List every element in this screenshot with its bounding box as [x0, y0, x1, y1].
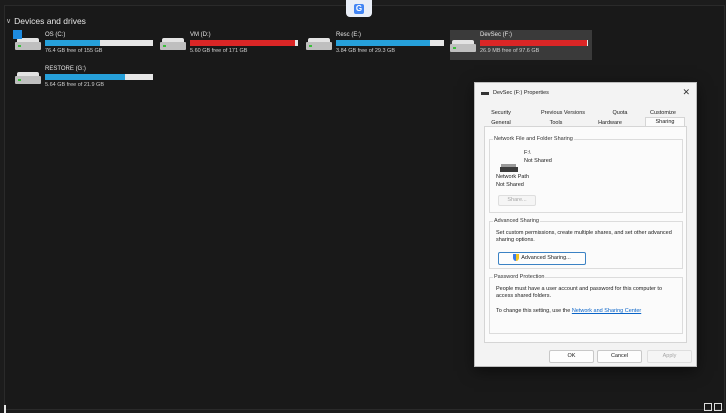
- advanced-sharing-button-label: Advanced Sharing...: [521, 255, 571, 261]
- drive-usage-bar: [45, 74, 153, 80]
- sharing-tab-pane: Network File and Folder Sharing F:\ Not …: [484, 126, 687, 343]
- tab-security[interactable]: Security: [486, 110, 516, 116]
- drive-resc-e[interactable]: Resc (E:) 3.84 GB free of 29.3 GB: [306, 30, 448, 56]
- drive-usage-bar: [45, 40, 153, 46]
- network-path-label: Network Path: [496, 174, 530, 180]
- ok-button[interactable]: OK: [549, 350, 594, 363]
- tab-customize[interactable]: Customize: [643, 110, 683, 116]
- advanced-sharing-description: Set custom permissions, create multiple …: [496, 230, 672, 243]
- group-label: Network File and Folder Sharing: [493, 136, 574, 142]
- drive-vm-d[interactable]: VM (D:) 5.60 GB free of 171 GB: [160, 30, 302, 56]
- drive-free-space: 76.4 GB free of 155 GB: [45, 48, 103, 54]
- drive-name: OS (C:): [45, 32, 66, 38]
- share-drive: F:\: [524, 150, 531, 156]
- password-change-text: To change this setting, use the Network …: [496, 308, 641, 314]
- drive-icon: [481, 91, 489, 95]
- windows-logo-icon: [13, 30, 22, 39]
- devices-section-header[interactable]: ∨ Devices and drives: [6, 16, 86, 26]
- tiles-view-icon[interactable]: [714, 403, 722, 411]
- section-title: Devices and drives: [14, 16, 86, 26]
- hard-drive-icon: [306, 38, 332, 51]
- password-protection-description: People must have a user account and pass…: [496, 286, 663, 299]
- network-path-value: Not Shared: [496, 182, 524, 188]
- drive-free-space: 26.9 MB free of 97.6 GB: [480, 48, 540, 54]
- chevron-down-icon: ∨: [6, 18, 12, 25]
- translate-app-badge[interactable]: G: [346, 0, 372, 17]
- tab-previous-versions[interactable]: Previous Versions: [531, 110, 595, 116]
- dialog-title: DevSec (F:) Properties: [493, 90, 549, 96]
- details-view-icon[interactable]: [704, 403, 712, 411]
- drive-icon: [500, 164, 518, 172]
- cancel-button[interactable]: Cancel: [597, 350, 642, 363]
- system-drive-icon: [13, 30, 41, 51]
- dialog-titlebar[interactable]: DevSec (F:) Properties: [481, 90, 549, 96]
- apply-button[interactable]: Apply: [647, 350, 692, 363]
- drive-name: RESTORE (G:): [45, 66, 86, 72]
- drive-name: DevSec (F:): [480, 32, 513, 38]
- drive-name: VM (D:): [190, 32, 211, 38]
- hard-drive-icon: [15, 72, 41, 85]
- google-translate-icon: G: [354, 3, 364, 14]
- hard-drive-icon: [160, 38, 186, 51]
- drive-os-c[interactable]: OS (C:) 76.4 GB free of 155 GB: [13, 30, 157, 56]
- close-icon[interactable]: ✕: [682, 87, 690, 98]
- properties-dialog: DevSec (F:) Properties ✕ Security Previo…: [474, 82, 697, 367]
- view-toggle: [704, 403, 722, 411]
- drive-devsec-f[interactable]: DevSec (F:) 26.9 MB free of 97.6 GB: [450, 30, 592, 60]
- change-setting-prefix: To change this setting, use the: [496, 308, 572, 314]
- tab-quota[interactable]: Quota: [605, 110, 635, 116]
- advanced-sharing-button[interactable]: Advanced Sharing...: [498, 252, 586, 265]
- drive-free-space: 5.64 GB free of 21.9 GB: [45, 82, 105, 88]
- group-label: Password Protection: [493, 274, 546, 280]
- drive-free-space: 5.60 GB free of 171 GB: [190, 48, 248, 54]
- drive-usage-bar: [336, 40, 444, 46]
- network-sharing-group: Network File and Folder Sharing F:\ Not …: [489, 136, 683, 213]
- drive-usage-bar: [190, 40, 298, 46]
- uac-shield-icon: [513, 254, 520, 262]
- advanced-sharing-group: Advanced Sharing Set custom permissions,…: [489, 218, 683, 269]
- text-cursor: [4, 405, 6, 413]
- group-label: Advanced Sharing: [493, 218, 540, 224]
- share-status: Not Shared: [524, 158, 552, 164]
- password-protection-group: Password Protection People must have a u…: [489, 274, 683, 334]
- drive-restore-g[interactable]: RESTORE (G:) 5.64 GB free of 21.9 GB: [15, 64, 157, 90]
- share-button[interactable]: Share...: [498, 195, 536, 206]
- drive-free-space: 3.84 GB free of 29.3 GB: [336, 48, 396, 54]
- network-sharing-center-link[interactable]: Network and Sharing Center: [572, 308, 641, 314]
- drive-name: Resc (E:): [336, 32, 362, 38]
- hard-drive-icon: [450, 40, 476, 53]
- drive-usage-bar: [480, 40, 588, 46]
